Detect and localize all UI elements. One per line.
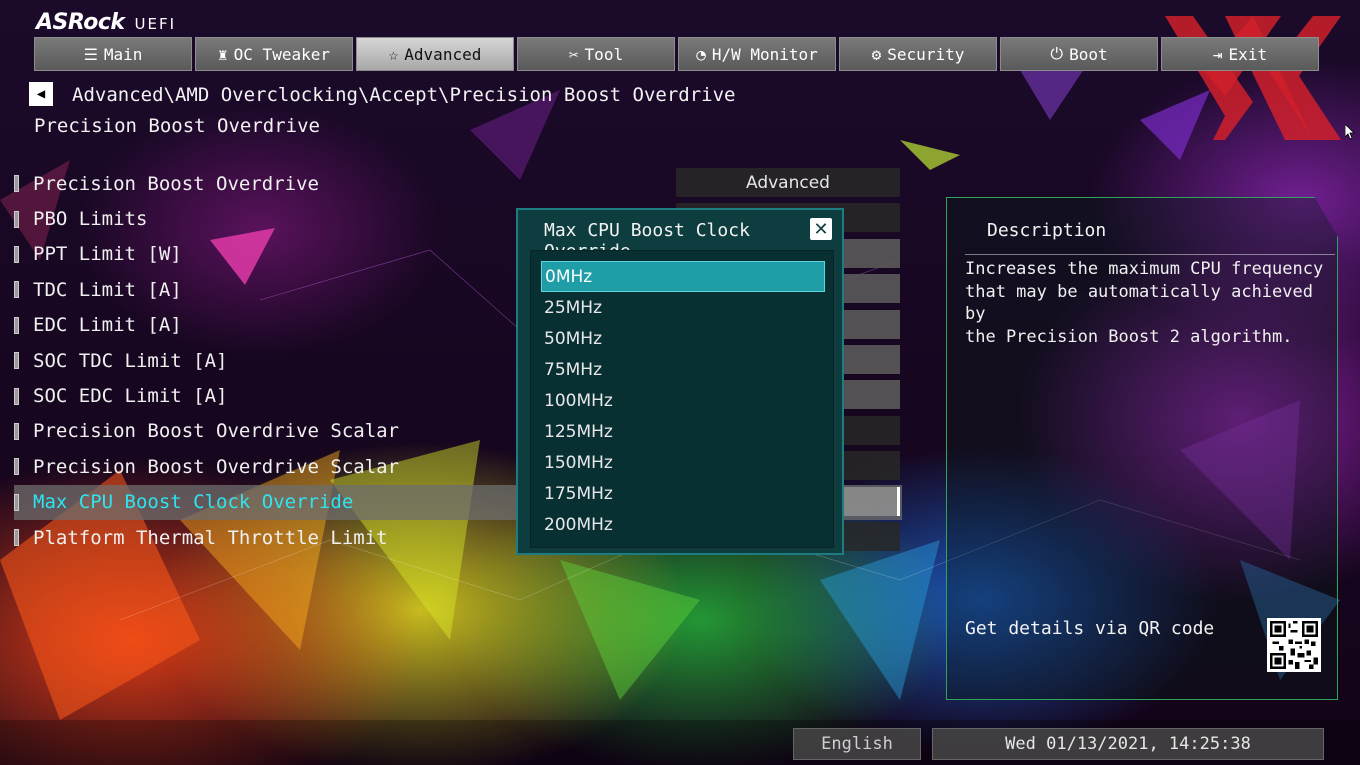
menu-item-label: Precision Boost Overdrive Scalar xyxy=(33,455,400,478)
item-marker xyxy=(14,387,19,405)
item-marker xyxy=(14,352,19,370)
tab-label: H/W Monitor xyxy=(711,44,818,64)
popup-option[interactable]: 75MHz xyxy=(541,354,825,385)
description-text: Increases the maximum CPU frequency that… xyxy=(965,258,1325,348)
exit-icon: ⇥ xyxy=(1212,44,1223,64)
description-line: Increases the maximum CPU frequency xyxy=(965,259,1324,279)
item-marker xyxy=(14,245,19,263)
option-popup: Max CPU Boost Clock Override ✕ 0MHz 25MH… xyxy=(516,208,844,555)
popup-option[interactable]: 100MHz xyxy=(541,385,825,416)
tab-exit[interactable]: ⇥ Exit xyxy=(1161,37,1319,71)
menu-item-ppt-limit[interactable]: PPT Limit [W] xyxy=(14,237,574,272)
tab-label: Exit xyxy=(1228,44,1268,64)
tab-label: Boot xyxy=(1069,44,1108,64)
rocket-icon: ♜ xyxy=(218,44,228,64)
popup-option[interactable]: 50MHz xyxy=(541,323,825,354)
back-arrow-icon: ◀ xyxy=(36,86,46,102)
description-heading: Description xyxy=(987,220,1107,241)
uefi-text: UEFI xyxy=(134,15,177,33)
tab-boot[interactable]: ⏻ Boot xyxy=(1000,37,1158,71)
menu-item-label: TDC Limit [A] xyxy=(33,278,182,301)
description-line: the Precision Boost 2 algorithm. xyxy=(965,326,1293,347)
menu-item-label: Platform Thermal Throttle Limit xyxy=(33,526,388,549)
menu-item-tdc-limit[interactable]: TDC Limit [A] xyxy=(14,272,574,307)
tab-label: Advanced xyxy=(404,44,482,64)
menu-item-label: Precision Boost Overdrive Scalar xyxy=(33,420,400,443)
description-panel: Description Increases the maximum CPU fr… xyxy=(946,197,1338,700)
monitor-icon: ◔ xyxy=(696,44,706,64)
tab-oc-tweaker[interactable]: ♜ OC Tweaker xyxy=(195,37,353,71)
tab-main[interactable]: ☰ Main xyxy=(34,37,192,71)
item-marker xyxy=(14,493,19,511)
brand-text: ASRock xyxy=(36,10,125,35)
item-marker xyxy=(14,210,19,228)
close-icon[interactable]: ✕ xyxy=(810,218,832,240)
tab-security[interactable]: ⚙ Security xyxy=(839,37,997,71)
menu-item-pbo-scalar-1[interactable]: Precision Boost Overdrive Scalar xyxy=(14,414,574,449)
tab-advanced[interactable]: ☆ Advanced xyxy=(356,37,514,71)
menu-item-platform-thermal-throttle-limit[interactable]: Platform Thermal Throttle Limit xyxy=(14,520,574,555)
popup-option[interactable]: 175MHz xyxy=(541,478,825,509)
menu-item-soc-tdc-limit[interactable]: SOC TDC Limit [A] xyxy=(14,343,574,378)
menu-item-precision-boost-overdrive[interactable]: Precision Boost Overdrive xyxy=(14,166,574,201)
shield-icon: ⚙ xyxy=(871,44,882,64)
qr-code-icon[interactable] xyxy=(1267,618,1321,672)
menu-item-pbo-limits[interactable]: PBO Limits xyxy=(14,201,574,236)
tools-icon: ✂ xyxy=(568,44,579,64)
list-icon: ☰ xyxy=(83,44,98,64)
description-line: that may be automatically achieved by xyxy=(965,281,1313,325)
item-marker xyxy=(14,316,19,334)
item-marker xyxy=(14,458,19,476)
qr-label: Get details via QR code xyxy=(965,618,1215,639)
item-marker xyxy=(14,281,19,299)
popup-option[interactable]: 125MHz xyxy=(541,416,825,447)
tab-tool[interactable]: ✂ Tool xyxy=(517,37,675,71)
page-title: Precision Boost Overdrive xyxy=(34,115,320,137)
tab-label: OC Tweaker xyxy=(233,44,330,64)
tab-hw-monitor[interactable]: ◔ H/W Monitor xyxy=(678,37,836,71)
tab-label: Tool xyxy=(584,44,624,64)
menu-item-label: PPT Limit [W] xyxy=(33,243,182,266)
power-icon: ⏻ xyxy=(1050,44,1064,63)
item-marker xyxy=(14,422,19,440)
item-marker xyxy=(14,529,19,547)
menu-item-label: EDC Limit [A] xyxy=(33,314,182,337)
popup-option[interactable]: 200MHz xyxy=(541,509,825,540)
popup-option[interactable]: 0MHz xyxy=(541,261,825,292)
tab-bar: ☰ Main ♜ OC Tweaker ☆ Advanced ✂ Tool ◔ … xyxy=(34,37,1319,71)
asrock-logo: ASRock UEFI xyxy=(36,10,176,35)
menu-item-soc-edc-limit[interactable]: SOC EDC Limit [A] xyxy=(14,378,574,413)
popup-option[interactable]: 25MHz xyxy=(541,292,825,323)
description-divider xyxy=(965,254,1335,255)
popup-option[interactable]: 150MHz xyxy=(541,447,825,478)
menu-item-label: PBO Limits xyxy=(33,208,148,231)
menu-item-pbo-scalar-2[interactable]: Precision Boost Overdrive Scalar xyxy=(14,449,574,484)
menu-item-label: SOC TDC Limit [A] xyxy=(33,349,228,372)
language-button[interactable]: English xyxy=(793,728,921,760)
menu-item-label: Precision Boost Overdrive xyxy=(33,172,319,195)
menu-item-label: Max CPU Boost Clock Override xyxy=(33,491,354,514)
star-icon: ☆ xyxy=(388,44,399,64)
watermark-logo xyxy=(1165,16,1341,140)
mouse-cursor-icon xyxy=(1344,123,1355,140)
value-precision-boost-overdrive[interactable]: Advanced xyxy=(676,168,900,197)
datetime-display: Wed 01/13/2021, 14:25:38 xyxy=(932,728,1324,760)
tab-label: Security xyxy=(887,44,965,64)
breadcrumb: Advanced\AMD Overclocking\Accept\Precisi… xyxy=(72,84,736,106)
menu-item-edc-limit[interactable]: EDC Limit [A] xyxy=(14,308,574,343)
menu-item-label: SOC EDC Limit [A] xyxy=(33,385,228,408)
back-button[interactable]: ◀ xyxy=(29,82,53,106)
tab-label: Main xyxy=(103,44,143,64)
item-marker xyxy=(14,175,19,193)
popup-option-list: 0MHz 25MHz 50MHz 75MHz 100MHz 125MHz 150… xyxy=(530,250,834,548)
